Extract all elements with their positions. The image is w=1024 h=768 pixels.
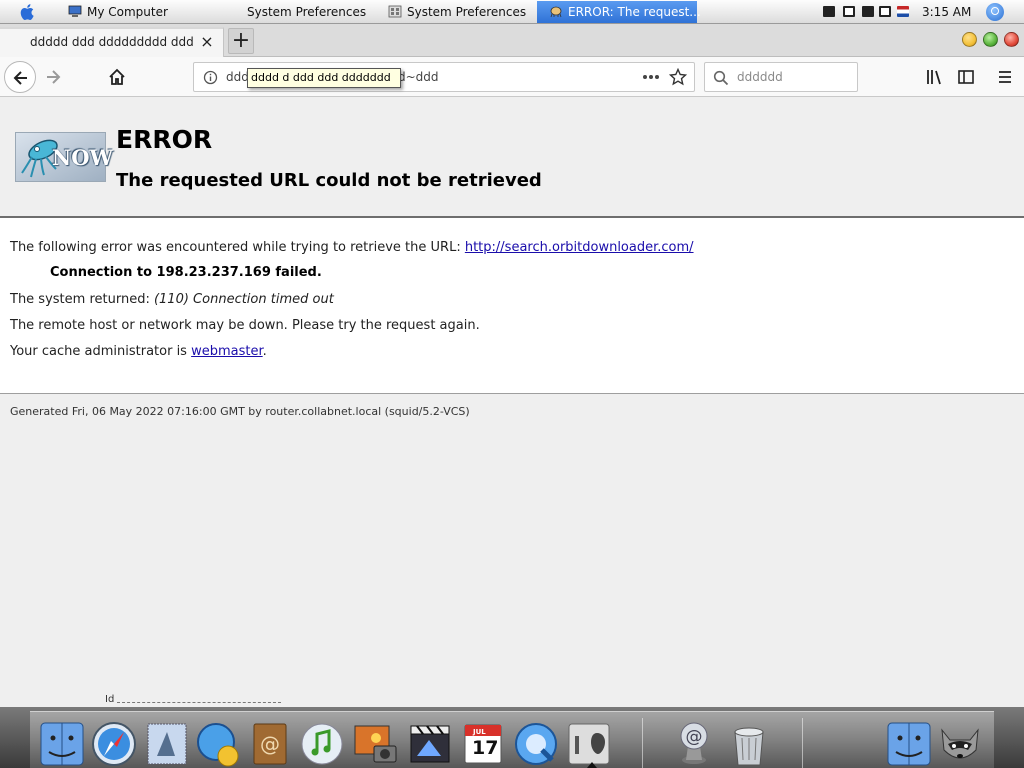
bookmark-star-icon[interactable]: [669, 68, 687, 86]
taskbar-item-my-computer[interactable]: My Computer: [68, 1, 238, 23]
error-url-link[interactable]: http://search.orbitdownloader.com/: [465, 240, 694, 255]
taskbar-item-system-preferences-2[interactable]: System Preferences: [388, 1, 533, 23]
tab-strip: ddddd ddd ddddddddd ddd dd × +: [0, 24, 1024, 57]
search-box[interactable]: dddddd: [704, 62, 858, 92]
back-button[interactable]: [4, 61, 36, 93]
error-url-line: The following error was encountered whil…: [10, 240, 694, 255]
menu-icon[interactable]: [996, 68, 1014, 86]
sidebar-toggle-icon[interactable]: [957, 68, 975, 86]
trash-icon[interactable]: [725, 720, 773, 768]
taskbar-item-label: System Preferences: [247, 5, 367, 19]
home-icon[interactable]: [108, 68, 126, 86]
finder-icon[interactable]: [38, 720, 86, 768]
page-actions-icon[interactable]: [642, 74, 660, 80]
keyboard-icon[interactable]: [823, 6, 835, 17]
battery-icon[interactable]: [843, 6, 855, 17]
taskbar-item-label: System Preferences: [407, 5, 527, 19]
forward-arrow-icon[interactable]: [44, 68, 62, 86]
ical-day: 17: [472, 737, 499, 759]
running-app-indicator: [587, 762, 597, 768]
url-text-start: ddd: [226, 70, 249, 84]
spotlight-search-icon[interactable]: [986, 3, 1004, 21]
connection-failed-text: Connection to 198.23.237.169 failed.: [50, 265, 322, 280]
status-bar-fragment: Id: [105, 694, 115, 705]
volume-icon[interactable]: [862, 6, 874, 17]
error-details: The following error was encountered whil…: [0, 216, 1024, 394]
webmaster-link[interactable]: webmaster: [191, 344, 263, 359]
computer-icon: [68, 5, 82, 17]
navigation-toolbar: ddd d~ddd dddddd: [0, 57, 1024, 97]
clock[interactable]: 3:15 AM: [922, 0, 971, 24]
page-title: ERROR: [116, 125, 213, 154]
cache-admin-suffix: .: [262, 344, 267, 359]
display-icon[interactable]: [879, 6, 891, 17]
svg-text:@: @: [260, 732, 280, 756]
cache-admin-label: Your cache administrator is: [10, 344, 187, 359]
dock-separator: [802, 718, 803, 768]
logo-text: NOW: [52, 145, 114, 170]
info-icon[interactable]: [203, 70, 218, 85]
preferences-icon: [388, 5, 402, 18]
mail-server-icon[interactable]: @: [670, 720, 718, 768]
status-bar-line: [117, 702, 281, 703]
url-tooltip: dddd d ddd ddd ddddddd: [247, 68, 401, 88]
url-text-end: d~ddd: [398, 70, 439, 84]
flag-icon[interactable]: [897, 6, 909, 17]
tab-close-button[interactable]: ×: [198, 33, 216, 51]
generated-footer: Generated Fri, 06 May 2022 07:16:00 GMT …: [10, 405, 470, 418]
search-placeholder: dddddd: [737, 70, 783, 84]
ical-month: JUL: [473, 728, 486, 736]
raccoon-icon[interactable]: [936, 720, 984, 768]
back-arrow-icon: [13, 71, 27, 85]
search-icon: [713, 70, 729, 86]
address-book-icon[interactable]: @: [246, 720, 294, 768]
zoom-button[interactable]: [983, 32, 998, 47]
page-content: NOW ERROR The requested URL could not be…: [0, 97, 1024, 707]
dock-shelf: @ JUL 17 @: [30, 711, 994, 768]
finder-icon[interactable]: [885, 720, 933, 768]
library-icon[interactable]: [925, 68, 943, 86]
system-returned-value: (110) Connection timed out: [153, 292, 334, 307]
squid-logo: NOW: [15, 132, 113, 182]
imovie-icon[interactable]: [405, 720, 453, 768]
tab-title: ddddd ddd ddddddddd ddd dd: [30, 35, 196, 49]
page-subtitle: The requested URL could not be retrieved: [116, 170, 542, 191]
remote-host-line: The remote host or network may be down. …: [10, 318, 480, 333]
new-tab-button[interactable]: +: [228, 28, 254, 54]
taskbar-item-system-preferences[interactable]: System Preferences: [247, 1, 377, 23]
system-returned-line: The system returned: (110) Connection ti…: [10, 292, 334, 307]
system-returned-label: The system returned:: [10, 292, 150, 307]
svg-text:@: @: [686, 727, 703, 747]
mail-icon[interactable]: [143, 720, 191, 768]
iphoto-icon[interactable]: [352, 720, 400, 768]
error-url-prefix: The following error was encountered whil…: [10, 240, 461, 255]
squid-icon: [550, 6, 562, 18]
itunes-icon[interactable]: [298, 720, 346, 768]
close-button[interactable]: [1004, 32, 1019, 47]
safari-icon[interactable]: [90, 720, 138, 768]
dock: @ JUL 17 @: [0, 707, 1024, 768]
ichat-icon[interactable]: [194, 720, 242, 768]
dock-separator: [642, 718, 643, 768]
taskbar-item-label: ERROR: The request...: [568, 5, 701, 19]
apple-menu-icon[interactable]: [18, 2, 38, 22]
minimize-button[interactable]: [962, 32, 977, 47]
taskbar-item-label: My Computer: [87, 5, 168, 19]
quicktime-icon[interactable]: [512, 720, 560, 768]
system-preferences-icon[interactable]: [565, 720, 613, 768]
taskbar-item-error-page[interactable]: ERROR: The request...: [537, 1, 701, 23]
menu-bar: My Computer System Preferences System Pr…: [0, 0, 1024, 24]
tab-active[interactable]: ddddd ddd ddddddddd ddd dd ×: [0, 27, 224, 57]
cache-admin-line: Your cache administrator is webmaster.: [10, 344, 267, 359]
